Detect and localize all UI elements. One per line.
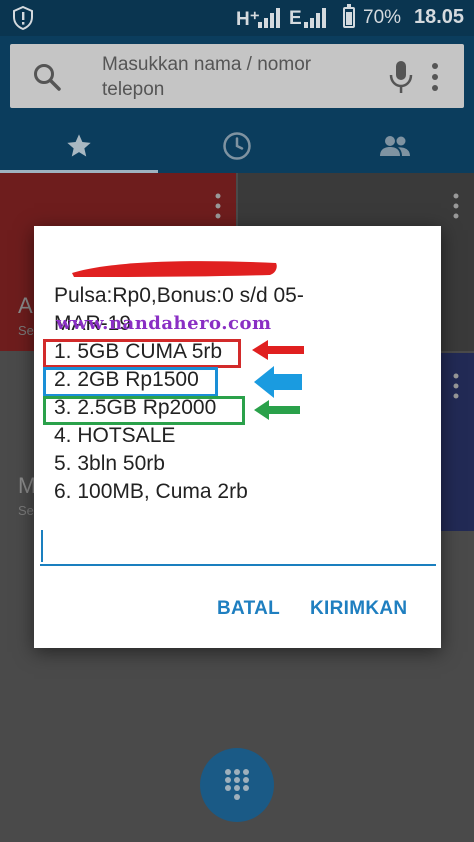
more-vert-icon[interactable]: [452, 373, 460, 399]
clock-icon: [223, 131, 251, 160]
highlight-box-red: [43, 339, 241, 368]
battery-icon: [343, 4, 355, 28]
cancel-button[interactable]: BATAL: [217, 598, 280, 620]
shield-icon: [13, 6, 33, 30]
tile-subtext: Se: [18, 323, 34, 338]
more-vert-icon[interactable]: [430, 62, 440, 92]
watermark: www.nandahero.com: [56, 313, 272, 334]
signal-icon-2: [304, 8, 326, 28]
tile-letter: A: [18, 293, 33, 318]
star-icon: [67, 133, 91, 156]
text-cursor: [41, 530, 43, 562]
send-button[interactable]: KIRIMKAN: [310, 598, 407, 620]
tile-subtext: Se: [18, 503, 34, 518]
signal-icon: [258, 8, 280, 28]
mic-icon[interactable]: [388, 60, 414, 94]
network-type-h: H⁺: [236, 9, 260, 30]
battery-percent: 70%: [363, 7, 402, 28]
contacts-icon: [380, 135, 410, 156]
menu-option-5: 5. 3bln 50rb: [54, 452, 165, 475]
dialpad-button[interactable]: [200, 748, 274, 822]
search-bar[interactable]: Masukkan nama / nomor telepon: [10, 44, 464, 108]
menu-option-6: 6. 100MB, Cuma 2rb: [54, 480, 248, 503]
highlight-box-green: [43, 396, 245, 425]
status-bar: H⁺ E 70% 18.05: [0, 0, 474, 36]
menu-option-4: 4. HOTSALE: [54, 424, 176, 447]
search-placeholder[interactable]: Masukkan nama / nomor telepon: [102, 52, 372, 102]
tab-contacts[interactable]: [316, 118, 474, 173]
arrow-left-red-icon: [252, 340, 304, 360]
tab-bar: [0, 118, 474, 173]
clock-time: 18.05: [414, 6, 465, 28]
network-type-e: E: [289, 8, 302, 29]
arrow-left-blue-icon: [254, 366, 302, 398]
more-vert-icon[interactable]: [452, 193, 460, 219]
dialpad-icon: [225, 769, 249, 800]
search-icon[interactable]: [32, 62, 62, 92]
arrow-left-green-icon: [254, 400, 300, 420]
ussd-reply-input[interactable]: [40, 526, 436, 566]
tab-recents[interactable]: [158, 118, 316, 173]
more-vert-icon[interactable]: [214, 193, 222, 219]
tab-favorites[interactable]: [0, 118, 158, 173]
app-bar: Masukkan nama / nomor telepon: [0, 36, 474, 173]
redaction-mark: [72, 261, 277, 277]
balance-line: Pulsa:Rp0,Bonus:0 s/d 05-: [54, 284, 304, 307]
ussd-dialog: Pulsa:Rp0,Bonus:0 s/d 05- MAR-19 1. 5GB …: [34, 226, 441, 648]
highlight-box-blue: [43, 367, 218, 397]
